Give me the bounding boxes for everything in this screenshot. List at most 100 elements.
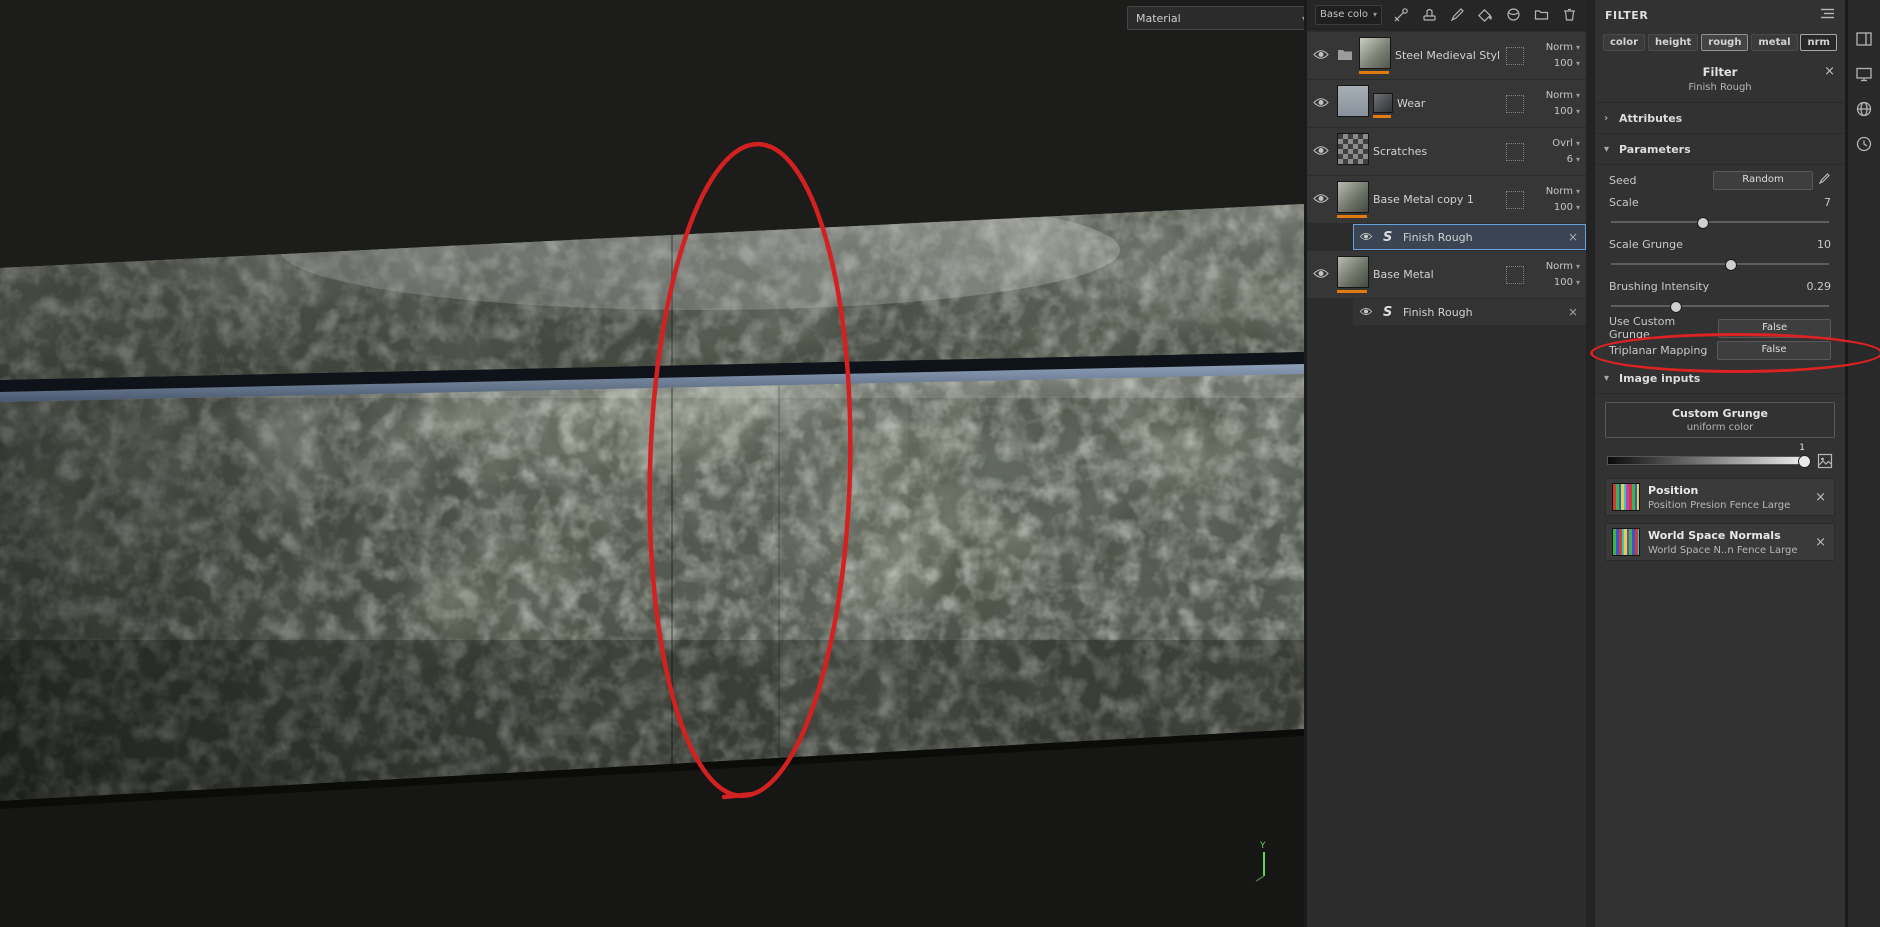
dock-globe-icon[interactable] [1855,100,1873,118]
clear-filter-icon[interactable]: × [1824,64,1835,79]
layer-mask-placeholder[interactable] [1506,190,1524,209]
blend-mode-value: Norm [1545,90,1573,101]
visibility-eye-icon[interactable] [1313,193,1331,207]
layer-thumbnail[interactable] [1337,180,1369,219]
opacity-dropdown[interactable]: 100 ▾ [1554,58,1580,69]
layer-thumbnail[interactable] [1337,132,1369,171]
layer-mask-placeholder[interactable] [1506,94,1524,113]
triplanar-mapping-toggle[interactable]: False [1717,340,1831,360]
chevron-down-icon: ▾ [1575,59,1580,68]
param-use-custom-grunge: Use Custom Grunge False [1609,315,1831,341]
section-image-inputs[interactable]: ▾ Image inputs [1595,363,1845,394]
layer-row-scratches[interactable]: Scratches Ovrl ▾ 6 ▾ [1307,128,1586,175]
layer-mask-placeholder[interactable] [1506,142,1524,161]
blend-mode-dropdown[interactable]: Norm ▾ [1546,90,1580,101]
channel-dropdown[interactable]: Base colo ▾ [1315,4,1382,25]
channel-badge-rough[interactable]: rough [1701,34,1749,51]
effect-name: Finish Rough [1403,305,1473,319]
remove-position-input-icon[interactable]: × [1813,490,1828,505]
seed-random-button[interactable]: Random [1713,170,1813,190]
layer-mask-placeholder[interactable] [1506,265,1524,284]
blend-mode-dropdown[interactable]: Norm ▾ [1546,42,1580,53]
layer-row-steel-medieval-stylized[interactable]: Steel Medieval Stylized Norm ▾ 100 ▾ [1307,32,1586,79]
filter-properties-panel: FILTER color height rough metal nrm Filt… [1595,0,1845,927]
param-brushing-value[interactable]: 0.29 [1807,280,1832,293]
channel-badge-color[interactable]: color [1603,34,1646,51]
custom-grunge-input[interactable]: Custom Grunge uniform color [1605,402,1835,438]
layer-mask-placeholder[interactable] [1506,46,1524,65]
layer-row-base-metal-copy-1[interactable]: Base Metal copy 1 Norm ▾ 100 ▾ [1307,176,1586,223]
opacity-dropdown[interactable]: 100 ▾ [1554,277,1580,288]
layer-thumbnail[interactable] [1337,255,1369,294]
fill-bucket-icon[interactable] [1477,6,1494,23]
collapse-down-icon: ▾ [1604,372,1610,384]
blend-mode-value: Norm [1545,186,1573,197]
param-scale-slider[interactable] [1611,215,1829,229]
grayscale-slider-value: 1 [1799,443,1805,453]
delete-layer-icon[interactable] [1561,6,1578,23]
image-picker-icon[interactable] [1817,453,1833,472]
layer-name: Wear [1397,97,1426,110]
axis-gizmo: Y [1255,841,1266,882]
layer-thumbnail[interactable] [1359,36,1391,75]
grayscale-slider-knob[interactable] [1798,455,1811,468]
section-parameters[interactable]: ▾ Parameters [1595,134,1845,165]
opacity-dropdown[interactable]: 100 ▾ [1554,202,1580,213]
chevron-down-icon: ▾ [1575,43,1580,52]
layer-row-wear[interactable]: Wear Norm ▾ 100 ▾ [1307,80,1586,127]
layer-row-base-metal[interactable]: Base Metal Norm ▾ 100 ▾ [1307,251,1586,298]
grayscale-value-slider[interactable]: 1 [1607,443,1833,469]
param-scale-grunge: Scale Grunge 10 [1609,233,1831,255]
param-scale-grunge-value[interactable]: 10 [1817,238,1831,251]
blend-mode-value: Ovrl [1552,138,1573,149]
channel-badge-height[interactable]: height [1647,34,1699,51]
visibility-eye-icon[interactable] [1313,268,1331,282]
param-scale-grunge-slider[interactable] [1611,257,1829,271]
panel-menu-icon[interactable] [1820,8,1835,22]
physical-paint-icon[interactable] [1393,6,1410,23]
dock-panels-icon[interactable] [1855,30,1873,48]
section-attributes[interactable]: › Attributes [1595,103,1845,134]
remove-effect-icon[interactable]: × [1566,305,1580,319]
use-custom-grunge-toggle[interactable]: False [1718,318,1831,338]
material-sphere-icon[interactable] [1505,6,1522,23]
chevron-down-icon: ▾ [1372,10,1377,19]
param-scale-value[interactable]: 7 [1824,196,1831,209]
remove-wsn-input-icon[interactable]: × [1813,535,1828,550]
seed-edit-pencil-icon[interactable] [1818,172,1831,188]
blend-mode-dropdown[interactable]: Norm ▾ [1546,186,1580,197]
channel-badge-metal[interactable]: metal [1751,34,1798,51]
effect-row-finish-rough-selected[interactable]: S Finish Rough × [1353,224,1586,250]
visibility-eye-icon[interactable] [1313,145,1331,159]
image-input-position[interactable]: Position Position Presion Fence Large × [1605,478,1835,516]
dock-display-icon[interactable] [1855,65,1873,83]
opacity-dropdown[interactable]: 6 ▾ [1567,154,1580,165]
param-scale-grunge-label: Scale Grunge [1609,237,1683,251]
gizmo-y-label: Y [1259,841,1266,851]
material-mode-dropdown[interactable]: Material ▾ [1127,6,1304,30]
layer-name: Base Metal [1373,268,1434,281]
viewport-scene [0,0,1304,927]
section-parameters-label: Parameters [1619,142,1691,156]
visibility-eye-icon[interactable] [1359,231,1377,244]
channel-badge-nrm[interactable]: nrm [1800,34,1837,51]
viewport-3d[interactable]: Material ▾ Y [0,0,1304,927]
dock-history-icon[interactable] [1855,135,1873,153]
grayscale-gradient-track[interactable] [1607,456,1809,465]
clone-stamp-icon[interactable] [1421,6,1438,23]
layer-thumbnail[interactable] [1337,84,1369,123]
image-input-world-space-normals[interactable]: World Space Normals World Space N..n Fen… [1605,523,1835,561]
pencil-icon[interactable] [1449,6,1466,23]
blend-mode-dropdown[interactable]: Norm ▾ [1546,261,1580,272]
folder-icon[interactable] [1533,6,1550,23]
chevron-down-icon: ▾ [1575,155,1580,164]
remove-effect-icon[interactable]: × [1566,230,1580,244]
param-brushing-slider[interactable] [1611,299,1829,313]
visibility-eye-icon[interactable] [1313,97,1331,111]
visibility-eye-icon[interactable] [1359,306,1377,319]
blend-mode-dropdown[interactable]: Ovrl ▾ [1552,138,1580,149]
effect-row-finish-rough[interactable]: S Finish Rough × [1353,299,1586,325]
opacity-dropdown[interactable]: 100 ▾ [1554,106,1580,117]
visibility-eye-icon[interactable] [1313,49,1331,63]
layer-secondary-thumbnail[interactable] [1373,89,1393,119]
